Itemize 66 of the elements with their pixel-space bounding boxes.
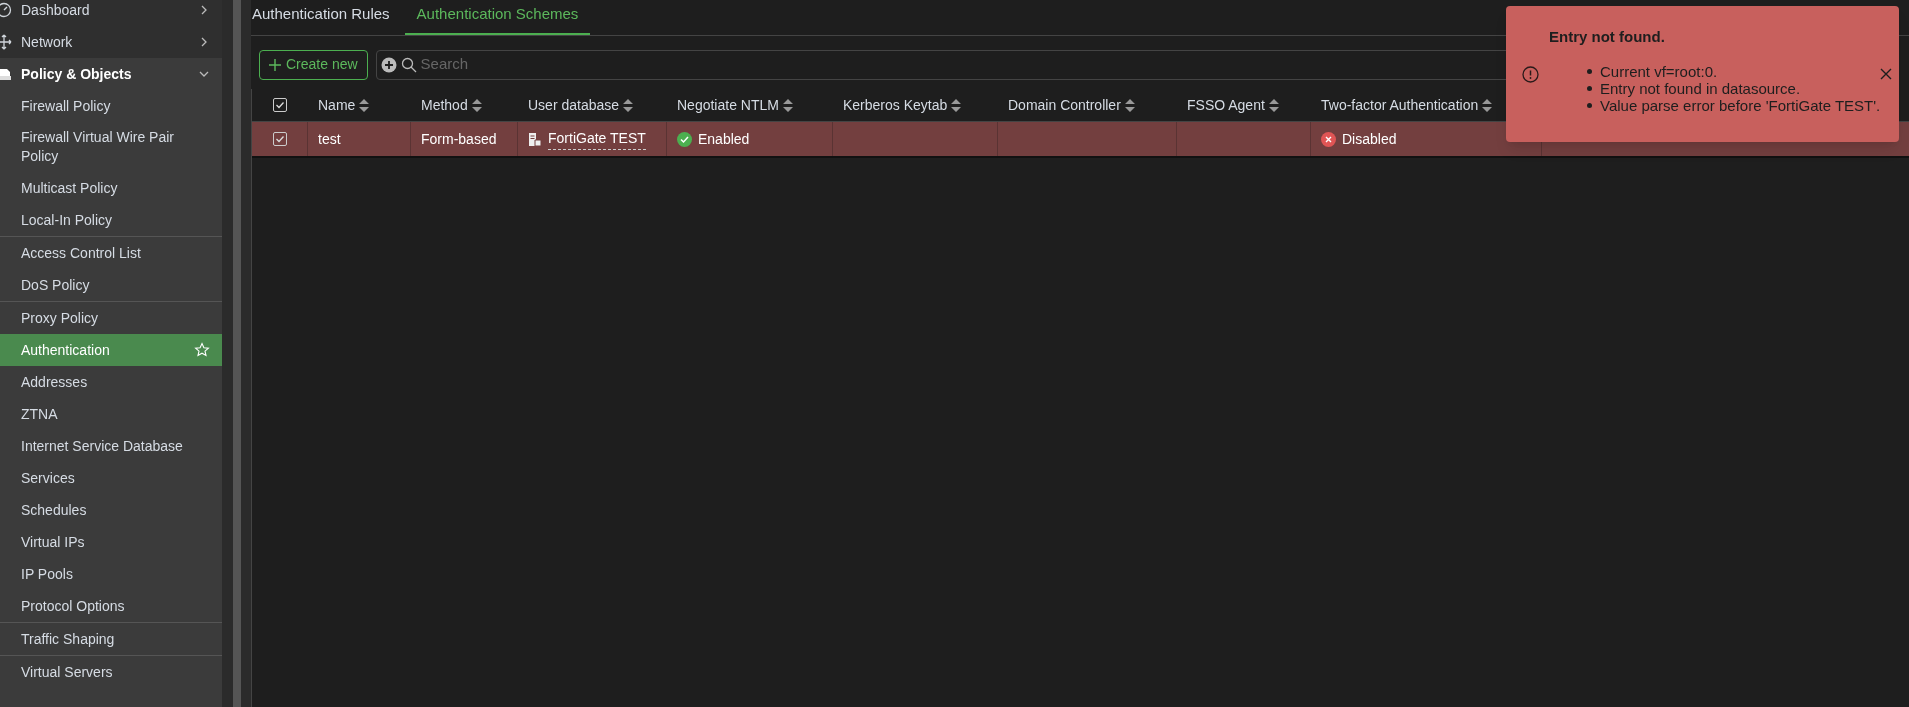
tab[interactable]: Authentication Rules (251, 2, 391, 35)
scrollbar[interactable] (232, 0, 241, 707)
sidebar-item[interactable]: Firewall Virtual Wire Pair Policy (0, 122, 222, 172)
sidebar-item[interactable]: Protocol Options (0, 590, 222, 622)
sidebar-item[interactable]: DoS Policy (0, 269, 222, 301)
sort-icon[interactable] (782, 98, 793, 112)
sidebar-section[interactable]: Dashboard (0, 0, 222, 26)
column-header[interactable]: User database (528, 94, 620, 116)
sidebar-item[interactable]: Multicast Policy (0, 172, 222, 204)
table-cell-text: Form-based (421, 129, 497, 149)
sidebar-item[interactable]: IP Pools (0, 558, 222, 590)
star-icon[interactable] (194, 342, 210, 358)
column-header[interactable]: Kerberos Keytab (843, 94, 948, 116)
table-cell-text: test (318, 129, 341, 149)
checkbox[interactable] (273, 98, 287, 112)
sort-icon[interactable] (1482, 98, 1493, 112)
check-icon (275, 100, 285, 110)
sidebar-item[interactable]: Access Control List (0, 237, 222, 269)
bullet-icon (1587, 68, 1592, 74)
column-header[interactable]: FSSO Agent (1187, 94, 1265, 116)
sidebar-item[interactable]: Addresses (0, 366, 222, 398)
search-icon (400, 56, 417, 73)
table-cell-text: Enabled (698, 129, 750, 149)
column-header[interactable]: Two-factor Authentication (1321, 94, 1479, 116)
tab[interactable]: Authentication Schemes (404, 2, 591, 35)
bullet-icon (1587, 85, 1592, 91)
sidebar-item[interactable]: Services (0, 462, 222, 494)
sidebar-item[interactable]: Authentication (0, 334, 222, 366)
bullet-icon (1587, 102, 1592, 108)
toast-title: Entry not found. (1549, 27, 1666, 48)
sort-icon[interactable] (359, 98, 370, 112)
table-cell-text: Disabled (1342, 129, 1397, 149)
column-header[interactable]: Method (421, 94, 468, 116)
sort-icon[interactable] (951, 98, 962, 112)
server-icon (528, 131, 542, 147)
table-cell[interactable]: FortiGate TEST (548, 128, 646, 150)
sidebar-item[interactable]: Firewall Policy (0, 90, 222, 122)
warning-icon (1522, 65, 1539, 83)
document-stack-icon (0, 66, 12, 82)
toast-message: Entry not found in datasource. (1587, 79, 1881, 97)
column-header[interactable]: Negotiate NTLM (677, 94, 779, 116)
sort-icon[interactable] (1124, 98, 1135, 112)
sort-icon[interactable] (623, 98, 634, 112)
toast-message: Value parse error before 'FortiGate TEST'. (1587, 96, 1881, 114)
sidebar-item[interactable]: Proxy Policy (0, 302, 222, 334)
sidebar-item[interactable]: Local-In Policy (0, 204, 222, 236)
column-header[interactable]: Domain Controller (1008, 94, 1121, 116)
sort-icon[interactable] (471, 98, 482, 112)
sidebar-item[interactable]: ZTNA (0, 398, 222, 430)
create-new-button[interactable]: Create new (259, 49, 368, 80)
checkbox[interactable] (272, 132, 287, 146)
sidebar-section[interactable]: Network (0, 26, 222, 58)
sidebar-item[interactable]: Virtual IPs (0, 526, 222, 558)
column-header[interactable]: Name (318, 94, 356, 116)
toast-message: Current vf=root:0. (1587, 62, 1881, 80)
sidebar-item[interactable]: Internet Service Database (0, 430, 222, 462)
gauge-icon (0, 2, 12, 18)
sidebar-item[interactable]: Virtual Servers (0, 656, 222, 688)
plus-icon (269, 58, 281, 71)
sidebar-item[interactable]: Traffic Shaping (0, 623, 222, 655)
move-arrows-icon (0, 34, 12, 50)
close-button[interactable] (1880, 68, 1893, 80)
check-icon (274, 134, 285, 144)
add-filter-icon[interactable] (380, 56, 397, 73)
sort-icon[interactable] (1268, 98, 1279, 112)
sidebar-item[interactable]: Schedules (0, 494, 222, 526)
